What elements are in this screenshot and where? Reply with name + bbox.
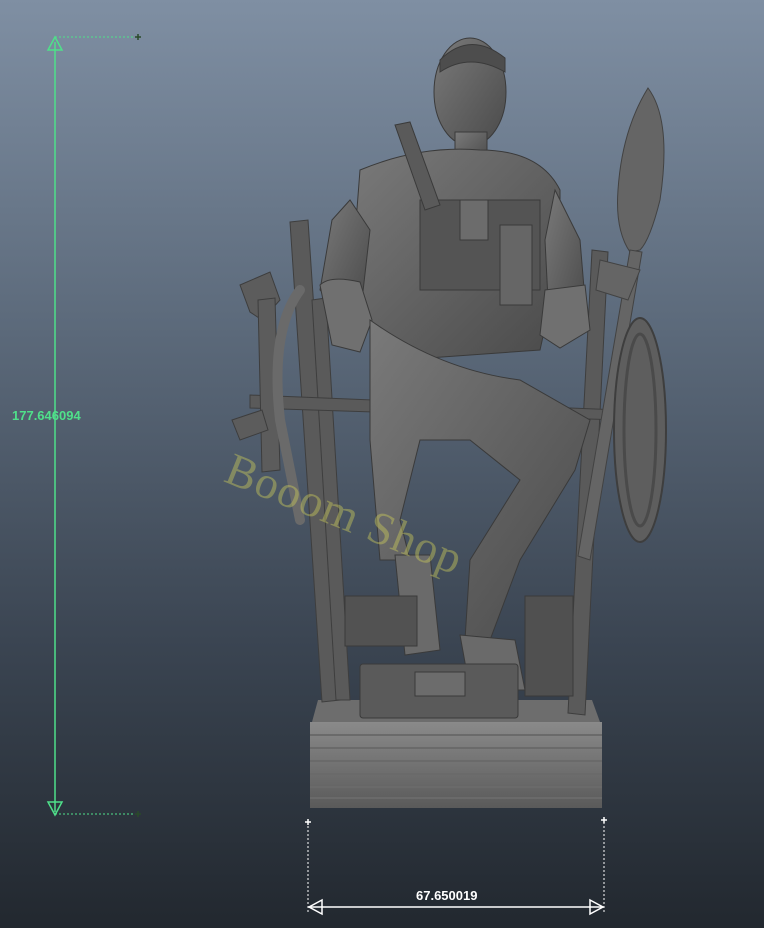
width-measurement-label: 67.650019 xyxy=(416,888,478,903)
height-dimension-guide[interactable] xyxy=(46,34,141,817)
measurement-overlay xyxy=(46,34,607,916)
3d-viewport[interactable]: 177.646094 67.650019 Booom Shop xyxy=(0,0,764,928)
height-measurement-label: 177.646094 xyxy=(12,408,81,423)
